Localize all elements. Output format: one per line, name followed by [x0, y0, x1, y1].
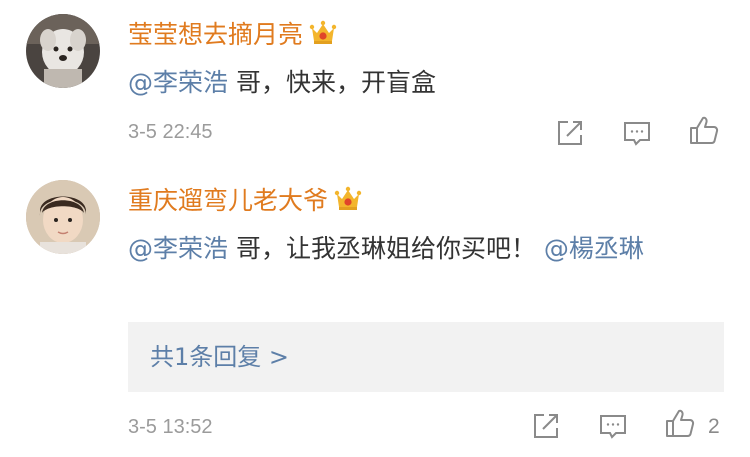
reply-count-link[interactable]: 共1条回复 >: [150, 342, 289, 372]
timestamp: 3-5 22:45: [128, 121, 213, 143]
comment-text: @李荣浩 哥，让我丞琳姐给你买吧！ @楊丞琳: [128, 226, 724, 271]
comment-body: 哥，让我丞琳姐给你买吧！: [228, 234, 536, 263]
username-text[interactable]: 重庆遛弯儿老大爷: [128, 186, 328, 215]
crown-vip-icon: [309, 19, 337, 47]
comment-item: 莹莹想去摘月亮 @李荣浩 哥，快来，开盲盒 3-5 22:45: [0, 0, 750, 175]
reply-icon[interactable]: [597, 410, 629, 442]
comment-body: 哥，快来，开盲盒: [228, 68, 436, 97]
reply-icon[interactable]: [621, 117, 653, 149]
username[interactable]: 重庆遛弯儿老大爷: [128, 185, 362, 216]
like-icon[interactable]: [664, 407, 696, 439]
comment-text: @李荣浩 哥，快来，开盲盒: [128, 60, 728, 105]
username[interactable]: 莹莹想去摘月亮: [128, 19, 337, 50]
avatar[interactable]: [26, 180, 100, 254]
mention-link[interactable]: @李荣浩: [128, 234, 228, 263]
like-count: 2: [708, 415, 720, 438]
like-icon[interactable]: [688, 114, 720, 146]
mention-link[interactable]: @李荣浩: [128, 68, 228, 97]
comment-item: 重庆遛弯儿老大爷 @李荣浩 哥，让我丞琳姐给你买吧！ @楊丞琳 共1条回复 > …: [0, 175, 750, 457]
share-icon[interactable]: [530, 410, 562, 442]
username-text[interactable]: 莹莹想去摘月亮: [128, 20, 303, 49]
timestamp: 3-5 13:52: [128, 416, 213, 438]
crown-vip-icon: [334, 185, 362, 213]
avatar[interactable]: [26, 14, 100, 88]
reply-thread-box[interactable]: 共1条回复 >: [128, 322, 724, 392]
mention-link-2[interactable]: @楊丞琳: [544, 234, 644, 263]
share-icon[interactable]: [554, 117, 586, 149]
